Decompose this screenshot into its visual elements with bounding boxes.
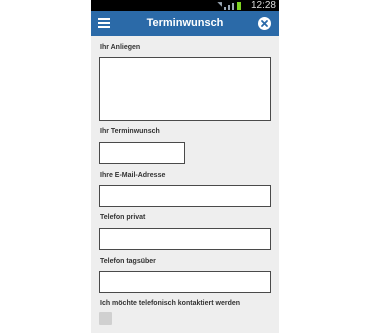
page-title: Terminwunsch bbox=[146, 17, 224, 29]
telefon-privat-input[interactable] bbox=[99, 228, 271, 250]
battery-icon bbox=[237, 2, 241, 10]
telefon-tagsueber-input[interactable] bbox=[99, 271, 271, 293]
telefon-kontakt-checkbox[interactable] bbox=[99, 312, 112, 325]
page: ◥ 12:28 Terminwunsch Ihr Anliegen Ihr Te… bbox=[0, 0, 370, 333]
network-icon: ◥ bbox=[217, 2, 222, 8]
telefon-kontakt-label: Ich möchte telefonisch kontaktiert werde… bbox=[100, 300, 241, 307]
email-label: Ihre E-Mail-Adresse bbox=[100, 172, 166, 179]
signal-icon bbox=[224, 7, 226, 10]
telefon-privat-label: Telefon privat bbox=[100, 214, 146, 221]
email-input[interactable] bbox=[99, 185, 271, 207]
status-icons: ◥ bbox=[217, 1, 241, 10]
signal-icon bbox=[232, 3, 234, 10]
app-bar: Terminwunsch bbox=[91, 11, 279, 36]
signal-icon bbox=[228, 5, 230, 10]
status-bar: ◥ 12:28 bbox=[91, 0, 279, 11]
anliegen-textarea[interactable] bbox=[99, 57, 271, 121]
close-icon[interactable] bbox=[258, 17, 271, 30]
terminwunsch-label: Ihr Terminwunsch bbox=[100, 128, 160, 135]
anliegen-label: Ihr Anliegen bbox=[100, 44, 141, 51]
status-clock: 12:28 bbox=[250, 0, 276, 11]
terminwunsch-input[interactable] bbox=[99, 142, 185, 164]
telefon-tagsueber-label: Telefon tagsüber bbox=[100, 258, 156, 265]
phone-screen: ◥ 12:28 Terminwunsch Ihr Anliegen Ihr Te… bbox=[91, 0, 279, 333]
